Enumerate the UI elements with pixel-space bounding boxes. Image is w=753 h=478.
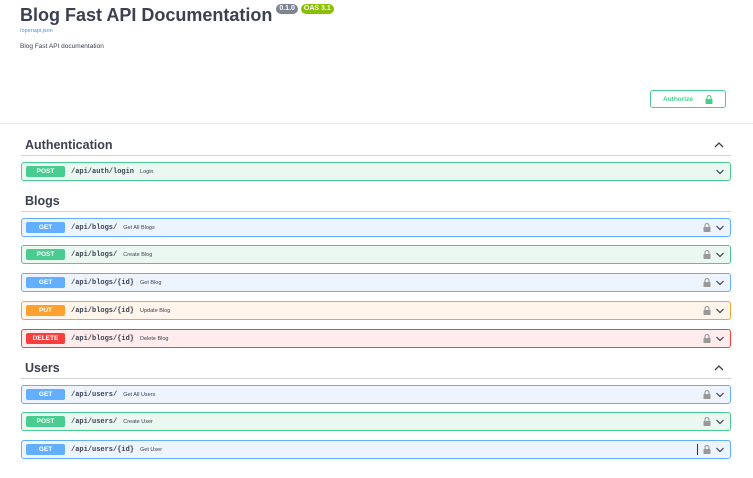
operation-controls xyxy=(697,444,725,455)
method-badge: POST xyxy=(26,249,65,260)
lock-icon[interactable] xyxy=(703,334,711,343)
header-divider xyxy=(0,123,753,124)
lock-icon xyxy=(705,94,713,104)
chevron-down-icon[interactable] xyxy=(715,446,725,454)
operation-login[interactable]: POST /api/auth/login Login xyxy=(21,162,731,181)
operation-path: /api/blogs/{id} xyxy=(71,334,135,343)
operation-controls xyxy=(703,250,725,259)
operation-update-blog[interactable]: PUT /api/blogs/{id} Update Blog xyxy=(21,301,731,320)
operation-get-blog[interactable]: GET /api/blogs/{id} Get Blog xyxy=(21,273,731,292)
tag-name: Blogs xyxy=(25,193,60,208)
chevron-down-icon[interactable] xyxy=(715,418,725,426)
operation-delete-blog[interactable]: DELETE /api/blogs/{id} Delete Blog xyxy=(21,329,731,348)
operation-path: /api/users/{id} xyxy=(71,445,135,454)
operation-create-blog[interactable]: POST /api/blogs/ Create Blog xyxy=(21,245,731,264)
operation-path: /api/blogs/{id} xyxy=(71,306,135,315)
lock-icon[interactable] xyxy=(703,306,711,315)
operation-summary: Get Blog xyxy=(140,279,162,286)
tag-name: Users xyxy=(25,360,60,375)
chevron-down-icon[interactable] xyxy=(715,251,725,259)
chevron-down-icon[interactable] xyxy=(715,168,725,176)
operation-path: /api/auth/login xyxy=(71,167,135,176)
operation-get-all-users[interactable]: GET /api/users/ Get All Users xyxy=(21,385,731,404)
tag-name: Authentication xyxy=(25,137,113,152)
lock-icon[interactable] xyxy=(703,390,711,399)
tag-header-users[interactable]: Users xyxy=(21,357,731,379)
chevron-down-icon[interactable] xyxy=(715,279,725,287)
openapi-json-link[interactable]: /openapi.json xyxy=(20,28,730,34)
lock-icon[interactable] xyxy=(703,250,711,259)
operation-summary: Get All Blogs xyxy=(123,224,155,231)
operation-controls xyxy=(703,278,725,287)
lock-icon[interactable] xyxy=(703,223,711,232)
operation-get-user[interactable]: GET /api/users/{id} Get User xyxy=(21,440,731,459)
operation-controls xyxy=(703,417,725,426)
chevron-down-icon[interactable] xyxy=(715,307,725,315)
chevron-down-icon[interactable] xyxy=(715,335,725,343)
operation-summary: Delete Blog xyxy=(140,335,169,342)
chevron-down-icon[interactable] xyxy=(715,391,725,399)
api-info: Blog Fast API Documentation 0.1.0 OAS 3.… xyxy=(20,4,730,50)
chevron-up-icon xyxy=(714,141,724,147)
page-title: Blog Fast API Documentation xyxy=(20,5,273,25)
operation-controls xyxy=(703,223,725,232)
lock-icon[interactable] xyxy=(703,278,711,287)
title-row: Blog Fast API Documentation 0.1.0 OAS 3.… xyxy=(20,4,730,26)
operation-create-user[interactable]: POST /api/users/ Create User xyxy=(21,412,731,431)
method-badge: GET xyxy=(26,277,65,288)
lock-icon[interactable] xyxy=(703,417,711,426)
operation-summary: Get User xyxy=(140,446,163,453)
operation-path: /api/users/ xyxy=(71,390,118,399)
operation-summary: Get All Users xyxy=(123,391,156,398)
operation-controls xyxy=(703,306,725,315)
operation-controls xyxy=(703,334,725,343)
version-badge: 0.1.0 xyxy=(276,4,298,14)
method-badge: PUT xyxy=(26,305,65,316)
operation-path: /api/blogs/ xyxy=(71,223,118,232)
tag-header-blogs[interactable]: Blogs xyxy=(21,190,731,212)
api-description: Blog Fast API documentation xyxy=(20,43,104,50)
chevron-up-icon xyxy=(714,364,724,370)
method-badge: DELETE xyxy=(26,333,65,344)
authorize-label: Authorize xyxy=(663,95,693,103)
operation-get-all-blogs[interactable]: GET /api/blogs/ Get All Blogs xyxy=(21,218,731,237)
lock-icon[interactable] xyxy=(703,445,711,454)
operation-path: /api/users/ xyxy=(71,417,118,426)
chevron-down-icon[interactable] xyxy=(715,224,725,232)
method-badge: GET xyxy=(26,222,65,233)
oas-badge: OAS 3.1 xyxy=(300,4,334,14)
method-badge: GET xyxy=(26,389,65,400)
operation-summary: Create User xyxy=(123,418,153,425)
method-badge: GET xyxy=(26,444,65,455)
operation-controls xyxy=(715,168,725,176)
authorize-button[interactable]: Authorize xyxy=(650,90,726,108)
tag-header-authentication[interactable]: Authentication xyxy=(21,134,731,156)
operation-path: /api/blogs/{id} xyxy=(71,278,135,287)
operation-path: /api/blogs/ xyxy=(71,250,118,259)
operation-summary: Login xyxy=(140,168,154,175)
method-badge: POST xyxy=(26,166,65,177)
operation-controls xyxy=(703,390,725,399)
operation-summary: Update Blog xyxy=(140,307,171,314)
text-cursor xyxy=(697,444,698,455)
operation-summary: Create Blog xyxy=(123,251,153,258)
method-badge: POST xyxy=(26,416,65,427)
